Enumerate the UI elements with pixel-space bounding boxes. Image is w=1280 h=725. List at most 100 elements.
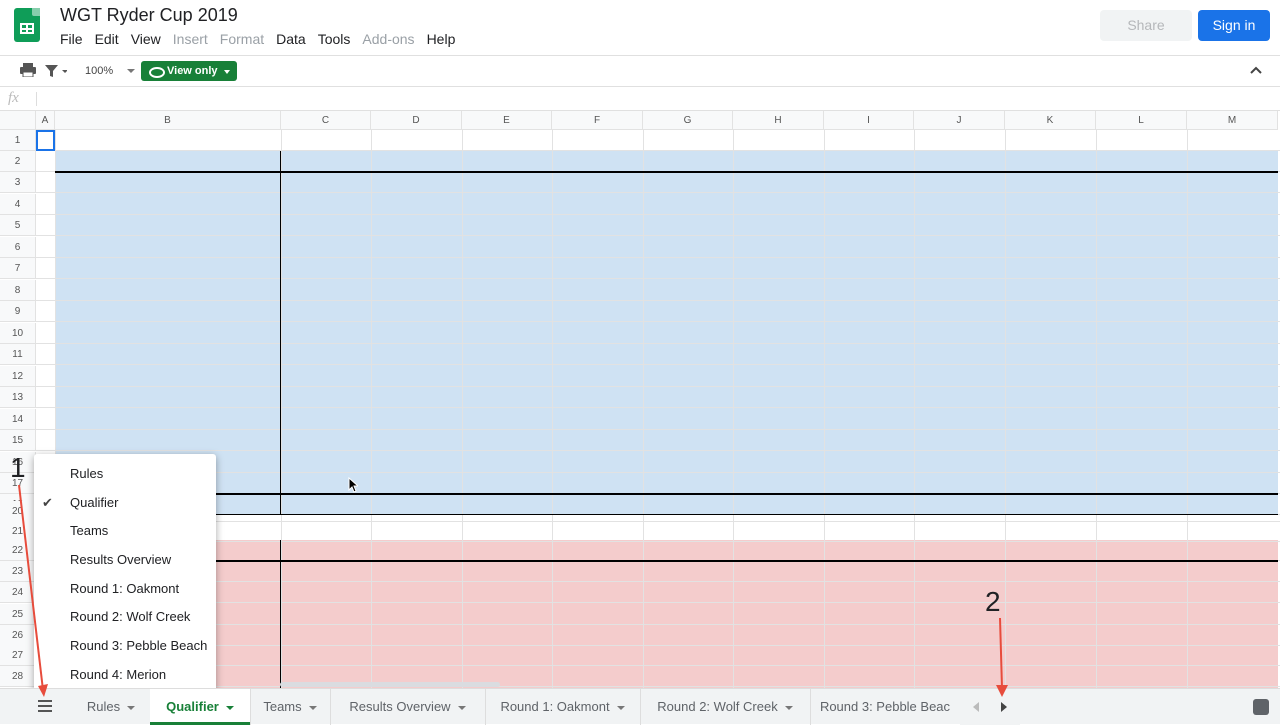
score-cell[interactable] xyxy=(281,625,371,646)
column-header[interactable]: D xyxy=(371,111,462,130)
sign-in-button[interactable]: Sign in xyxy=(1198,10,1270,41)
score-cell[interactable] xyxy=(281,452,371,473)
score-cell[interactable] xyxy=(1005,582,1096,603)
score-cell[interactable] xyxy=(281,409,371,430)
score-cell[interactable] xyxy=(824,452,914,473)
score-cell[interactable] xyxy=(733,194,824,215)
player-link[interactable] xyxy=(371,540,462,561)
score-cell[interactable] xyxy=(1005,666,1096,687)
score-cell[interactable] xyxy=(733,666,824,687)
menu-format[interactable]: Format xyxy=(220,31,264,47)
zoom-select[interactable]: 100% xyxy=(85,65,136,77)
player-link[interactable] xyxy=(733,540,824,561)
score-cell[interactable] xyxy=(552,430,643,451)
score-cell[interactable] xyxy=(824,344,914,365)
score-cell[interactable] xyxy=(824,323,914,344)
column-header[interactable]: E xyxy=(462,111,552,130)
score-cell[interactable] xyxy=(643,430,733,451)
score-cell[interactable] xyxy=(1096,582,1187,603)
row-header[interactable]: 23 xyxy=(0,561,36,582)
score-cell[interactable] xyxy=(552,194,643,215)
score-cell[interactable] xyxy=(824,215,914,236)
score-cell[interactable] xyxy=(1187,280,1278,301)
row-header[interactable]: 11 xyxy=(0,344,36,365)
score-cell[interactable] xyxy=(733,409,824,430)
chevron-down-icon[interactable] xyxy=(308,705,317,710)
score-cell[interactable] xyxy=(643,344,733,365)
score-cell[interactable] xyxy=(733,258,824,279)
score-cell[interactable] xyxy=(733,237,824,258)
score-cell[interactable] xyxy=(371,625,462,646)
column-header[interactable]: K xyxy=(1005,111,1096,130)
score-cell[interactable] xyxy=(1096,172,1187,193)
score-cell[interactable] xyxy=(462,258,552,279)
menu-data[interactable]: Data xyxy=(276,31,306,47)
score-cell[interactable] xyxy=(552,280,643,301)
score-cell[interactable] xyxy=(281,387,371,408)
row-header[interactable]: 21 xyxy=(0,521,36,542)
score-cell[interactable] xyxy=(552,344,643,365)
score-cell[interactable] xyxy=(733,366,824,387)
score-cell[interactable] xyxy=(552,323,643,344)
score-cell[interactable] xyxy=(462,604,552,625)
score-cell[interactable] xyxy=(371,645,462,666)
score-cell[interactable] xyxy=(1005,561,1096,582)
score-cell[interactable] xyxy=(824,194,914,215)
score-cell[interactable] xyxy=(1187,194,1278,215)
score-cell[interactable] xyxy=(371,604,462,625)
score-cell[interactable] xyxy=(1187,172,1278,193)
chevron-down-icon[interactable] xyxy=(225,705,234,710)
score-cell[interactable] xyxy=(914,625,1005,646)
score-cell[interactable] xyxy=(643,409,733,430)
score-cell[interactable] xyxy=(914,387,1005,408)
score-cell[interactable] xyxy=(281,194,371,215)
score-cell[interactable] xyxy=(914,301,1005,322)
score-cell[interactable] xyxy=(1005,172,1096,193)
score-cell[interactable] xyxy=(643,323,733,344)
sheet-menu-item[interactable]: Round 4: Merion xyxy=(34,661,216,690)
score-cell[interactable] xyxy=(824,430,914,451)
score-cell[interactable] xyxy=(552,301,643,322)
score-cell[interactable] xyxy=(1187,323,1278,344)
score-cell[interactable] xyxy=(733,344,824,365)
score-cell[interactable] xyxy=(824,582,914,603)
score-cell[interactable] xyxy=(1187,387,1278,408)
row-header[interactable]: 4 xyxy=(0,194,36,215)
print-icon[interactable] xyxy=(20,63,36,80)
sheet-menu-item[interactable]: ✔ Qualifier xyxy=(34,489,216,518)
row-header[interactable]: 26 xyxy=(0,625,36,646)
player-link[interactable] xyxy=(1096,151,1187,172)
sheet-menu-item[interactable]: Round 1: Oakmont xyxy=(34,575,216,604)
player-link[interactable] xyxy=(914,540,1005,561)
score-cell[interactable] xyxy=(824,366,914,387)
score-cell[interactable] xyxy=(643,582,733,603)
score-cell[interactable] xyxy=(1096,194,1187,215)
score-cell[interactable] xyxy=(1187,301,1278,322)
row-header[interactable]: 20 xyxy=(0,501,36,522)
column-header[interactable]: I xyxy=(824,111,914,130)
row-header[interactable]: 24 xyxy=(0,582,36,603)
row-header[interactable]: 3 xyxy=(0,172,36,193)
score-cell[interactable] xyxy=(1005,237,1096,258)
row-header[interactable]: 5 xyxy=(0,215,36,236)
player-link[interactable] xyxy=(1005,151,1096,172)
column-header[interactable]: A xyxy=(36,111,55,130)
score-cell[interactable] xyxy=(1096,561,1187,582)
row-header[interactable]: 25 xyxy=(0,604,36,625)
all-sheets-list-icon[interactable] xyxy=(38,700,52,712)
score-cell[interactable] xyxy=(1096,344,1187,365)
score-cell[interactable] xyxy=(643,237,733,258)
score-cell[interactable] xyxy=(1005,387,1096,408)
score-cell[interactable] xyxy=(1005,430,1096,451)
score-cell[interactable] xyxy=(1187,561,1278,582)
sheet-menu-item[interactable]: Round 3: Pebble Beach xyxy=(34,632,216,661)
score-cell[interactable] xyxy=(1096,366,1187,387)
score-cell[interactable] xyxy=(281,430,371,451)
score-cell[interactable] xyxy=(462,280,552,301)
player-link[interactable] xyxy=(1005,540,1096,561)
sheet-menu-item[interactable]: Rules xyxy=(34,460,216,489)
menu-view[interactable]: View xyxy=(131,31,161,47)
score-cell[interactable] xyxy=(552,645,643,666)
share-button[interactable]: Share xyxy=(1100,10,1192,41)
scroll-right-icon[interactable] xyxy=(1000,702,1008,712)
